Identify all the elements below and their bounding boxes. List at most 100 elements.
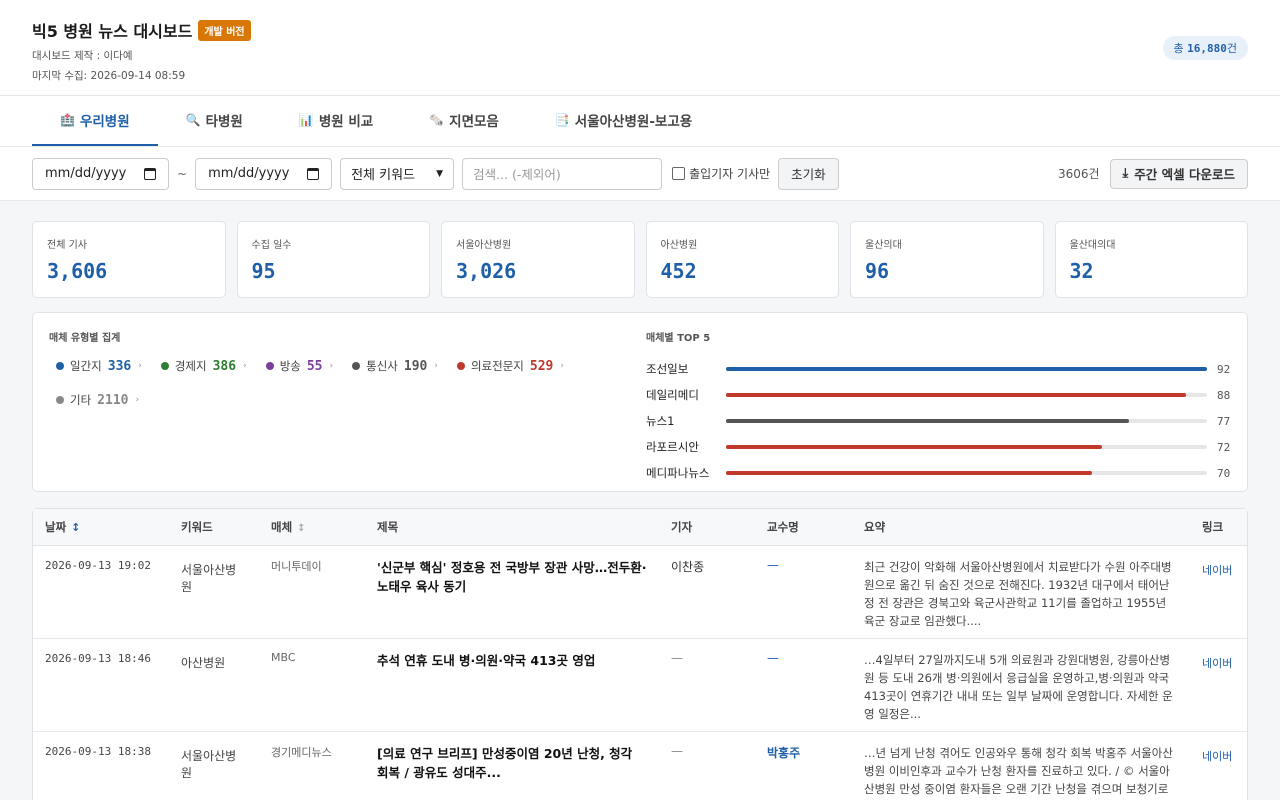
calendar-icon[interactable] <box>144 167 156 180</box>
row-naver-link[interactable]: 네이버 <box>1202 651 1235 671</box>
table-row[interactable]: 2026-09-13 19:02 서울아산병원 머니투데이 '신군부 핵심' 정호용 … <box>33 546 1247 639</box>
tab-our-hospital[interactable]: 🏥 우리병원 <box>32 96 158 146</box>
total-prefix: 총 <box>1173 42 1184 55</box>
media-type-item[interactable]: 방송 55 › <box>265 358 333 374</box>
tab-print-collection[interactable]: 🗞️ 지면모음 <box>401 96 527 146</box>
media-type-item[interactable]: 의료전문지 529 › <box>456 358 564 374</box>
media-type-dot <box>265 362 274 370</box>
date-to-value: mm/dd/yyyy <box>208 166 290 181</box>
top5-bar-fill <box>726 393 1187 397</box>
keyword-select[interactable]: 전체 키워드 ▼ <box>340 157 455 190</box>
media-type-count: 386 <box>212 358 237 374</box>
col-label: 기자 <box>671 520 693 534</box>
media-type-item[interactable]: 경제지 386 › <box>160 358 247 374</box>
main-tabs: 🏥 우리병원 🔍 타병원 📊 병원 비교 🗞️ 지면모음 📑 서울아산병원-보고… <box>0 96 1280 147</box>
stat-value: 96 <box>865 259 890 283</box>
row-summary: …4일부터 27일까지도내 5개 의료원과 강원대병원, 강릉아산병원 등 도내… <box>864 653 1173 721</box>
media-type-label: 일간지 <box>70 359 102 373</box>
row-title[interactable]: [의료 연구 브리프] 만성중이염 20년 난청, 청각 회복 / 광유도 성대… <box>377 744 647 782</box>
top5-bar-track <box>726 471 1207 475</box>
dev-version-badge: 개발 버전 <box>198 19 251 41</box>
stat-label: 서울아산병원 <box>456 240 512 251</box>
top5-media-name: 뉴스1 <box>646 414 675 428</box>
media-type-item[interactable]: 기타 2110 › <box>56 392 139 408</box>
reporter-only-checkbox[interactable] <box>672 167 686 180</box>
search-icon: 🔍 <box>185 113 201 127</box>
table-row[interactable]: 2026-09-13 18:38 서울아산병원 경기메디뉴스 [의료 연구 브리프] … <box>33 732 1247 800</box>
col-professor-header: 교수명 <box>755 519 852 535</box>
total-suffix: 건 <box>1226 42 1237 55</box>
media-type-dot <box>56 396 64 404</box>
total-count-badge: 총 16,880건 <box>1162 36 1248 60</box>
row-keyword: 아산병원 <box>181 656 226 670</box>
media-type-label: 통신사 <box>366 359 398 373</box>
row-naver-link[interactable]: 네이버 <box>1202 558 1235 578</box>
media-type-count: 2110 <box>97 392 129 408</box>
keyword-select-value: 전체 키워드 <box>351 168 415 183</box>
result-count: 3606건 <box>1057 167 1100 181</box>
date-from-input[interactable]: mm/dd/yyyy <box>32 157 169 190</box>
reporter-only-label: 출입기자 기사만 <box>689 167 771 181</box>
chevron-right-icon: › <box>434 361 438 371</box>
col-label: 교수명 <box>767 520 799 534</box>
row-professor: 박홍주 <box>767 746 801 760</box>
media-type-label: 경제지 <box>174 359 207 373</box>
top5-value: 70 <box>1217 466 1231 480</box>
stat-label: 울산의대 <box>865 240 902 251</box>
row-professor: — <box>767 558 779 572</box>
chevron-right-icon: › <box>243 361 247 371</box>
reporter-only-filter[interactable]: 출입기자 기사만 <box>672 165 770 182</box>
row-naver-link[interactable]: 네이버 <box>1202 744 1235 764</box>
search-input[interactable]: 검색... (-제외어) <box>462 157 663 190</box>
col-date-header[interactable]: 날짜 ↕ <box>33 519 169 535</box>
sort-active-icon[interactable]: ↕ <box>71 521 80 534</box>
stat-card-total: 전체 기사 3,606 <box>32 221 226 298</box>
stat-value: 452 <box>660 259 697 283</box>
stat-card-days: 수집 일수 95 <box>236 221 430 298</box>
reset-button[interactable]: 초기화 <box>778 157 839 190</box>
weekly-excel-download-button[interactable]: ⤓ 주간 엑셀 다운로드 <box>1109 158 1248 189</box>
media-type-count: 529 <box>529 358 554 374</box>
row-keyword: 서울아산병원 <box>181 563 237 594</box>
row-date: 2026-09-13 18:46 <box>45 652 151 665</box>
stat-cards: 전체 기사 3,606 수집 일수 95 서울아산병원 3,026 아산병원 4… <box>0 201 1280 298</box>
search-placeholder: 검색... (-제외어) <box>473 167 561 182</box>
row-media: 경기메디뉴스 <box>271 746 332 759</box>
sort-icon[interactable]: ↕ <box>297 523 305 534</box>
top5-bar-fill <box>726 367 1207 371</box>
stat-value: 95 <box>251 259 276 283</box>
calendar-icon[interactable] <box>307 167 320 180</box>
media-type-item[interactable]: 통신사 190 › <box>352 358 438 374</box>
stat-value: 3,606 <box>47 259 108 283</box>
last-collected-line: 마지막 수집: 2026-09-14 08:59 <box>32 70 186 82</box>
tab-other-hospitals[interactable]: 🔍 타병원 <box>158 96 271 146</box>
top5-row: 라포르시안 72 <box>646 434 1231 460</box>
stat-label: 전체 기사 <box>47 240 87 251</box>
top5-bar-fill <box>726 471 1092 475</box>
filter-bar: mm/dd/yyyy ~ mm/dd/yyyy 전체 키워드 ▼ 검색... (… <box>0 147 1280 201</box>
table-row[interactable]: 2026-09-13 18:46 아산병원 MBC 추석 연휴 도내 병·의원·약국 … <box>33 639 1247 732</box>
media-type-label: 의료전문지 <box>470 359 524 373</box>
media-type-dot <box>160 362 169 370</box>
col-label: 날짜 <box>45 520 67 534</box>
col-label: 매체 <box>271 520 293 534</box>
row-professor: — <box>767 651 779 665</box>
top5-bar-track <box>726 445 1207 449</box>
row-title[interactable]: 추석 연휴 도내 병·의원·약국 413곳 영업 <box>377 651 647 670</box>
media-type-item[interactable]: 일간지 336 › <box>56 358 142 374</box>
chevron-right-icon: › <box>560 361 564 371</box>
col-media-header[interactable]: 매체 ↕ <box>259 519 365 535</box>
date-to-input[interactable]: mm/dd/yyyy <box>195 157 333 190</box>
tab-report[interactable]: 📑 서울아산병원-보고용 <box>527 96 720 146</box>
tab-hospital-compare[interactable]: 📊 병원 비교 <box>271 96 401 146</box>
media-type-summary: 매체 유형별 집계 일간지 336 › 경제지 386 › 방송 55 › 통신사 190 › 의료전문… <box>49 329 646 475</box>
row-media: 머니투데이 <box>271 560 322 573</box>
col-reporter-header: 기자 <box>659 519 755 535</box>
row-reporter: — <box>671 651 683 665</box>
media-type-heading: 매체 유형별 집계 <box>49 333 121 344</box>
col-link-header: 링크 <box>1190 519 1247 535</box>
row-media: MBC <box>271 651 296 664</box>
top5-bar-fill <box>726 419 1129 423</box>
row-title[interactable]: '신군부 핵심' 정호용 전 국방부 장관 사망…전두환·노태우 육사 동기 <box>377 558 647 596</box>
media-type-dot <box>56 362 64 370</box>
